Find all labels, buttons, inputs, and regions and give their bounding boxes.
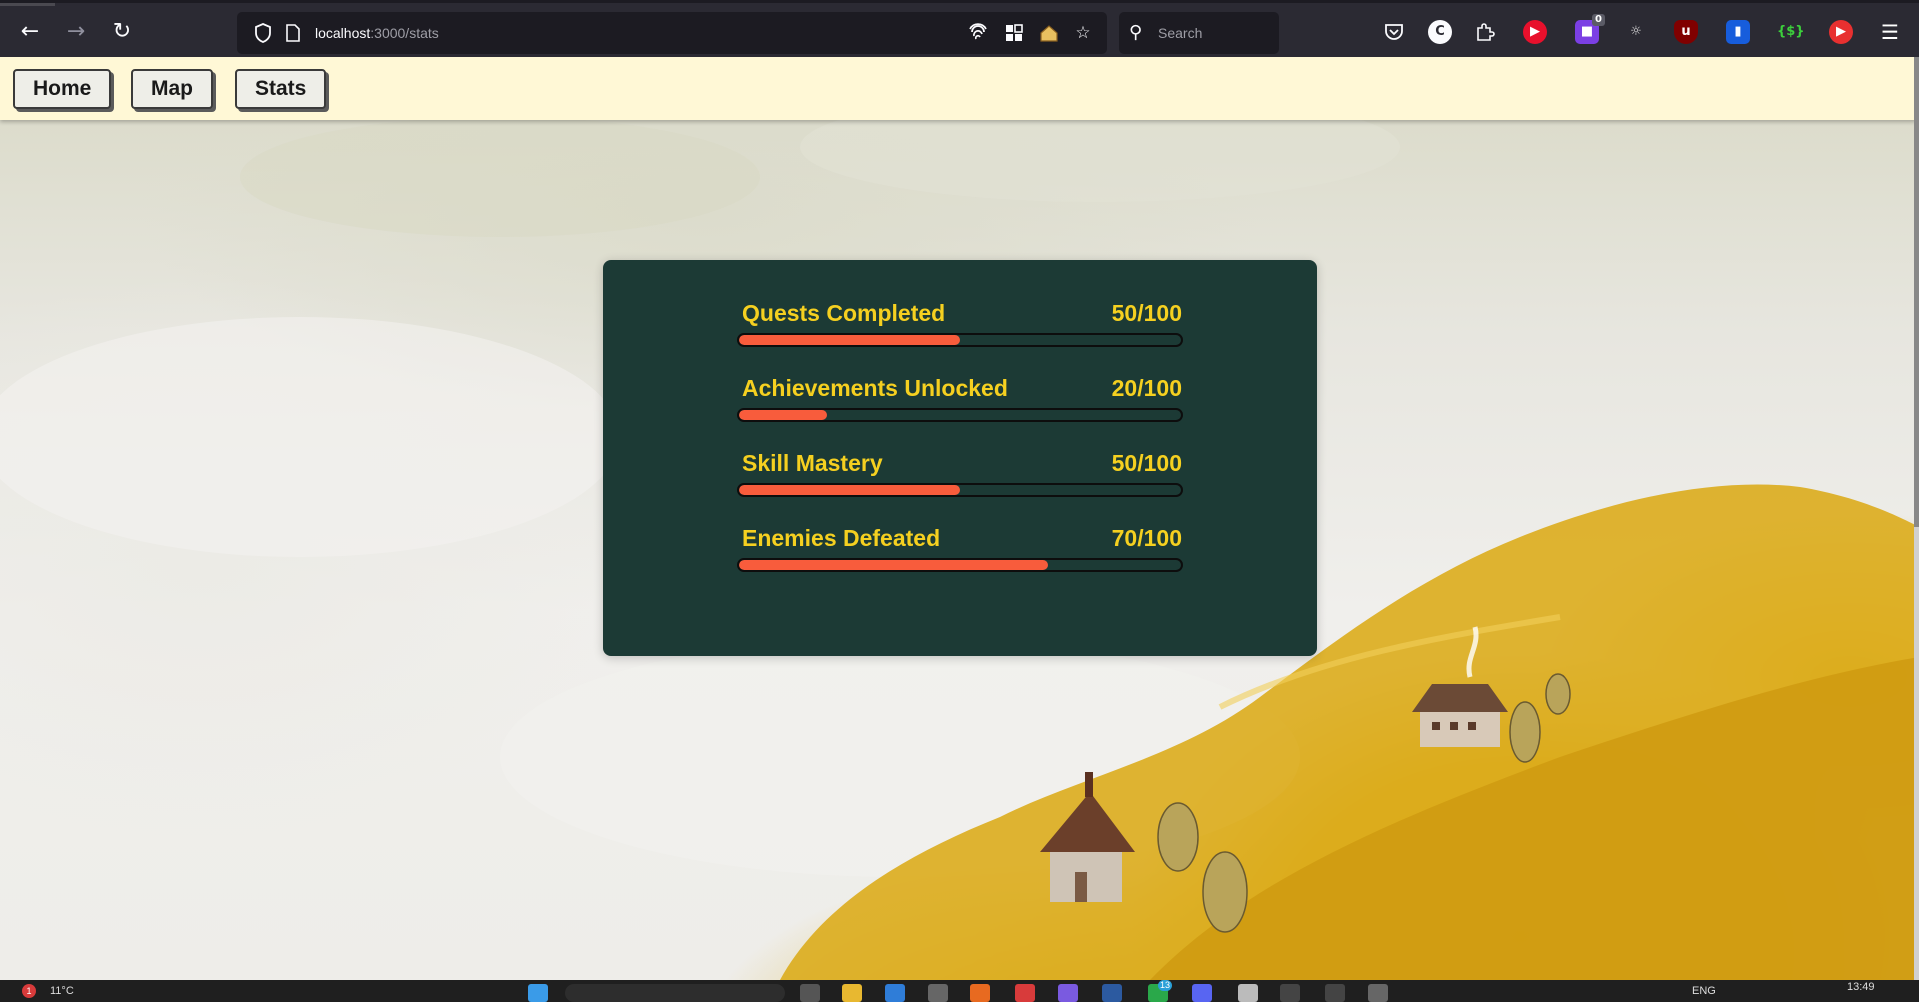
home-icon[interactable] — [1035, 12, 1063, 54]
notification-badge[interactable]: 1 — [22, 984, 36, 998]
bitwarden-icon[interactable]: ▮ — [1726, 20, 1750, 44]
progress-fill — [739, 485, 960, 495]
app-green-icon[interactable]: 13 — [1148, 980, 1173, 1002]
fingerprint-icon[interactable] — [964, 12, 992, 54]
app-dark2-icon[interactable] — [1325, 984, 1345, 1002]
os-taskbar: 1 11°C 13 ENG 13:49 — [0, 980, 1919, 1002]
play-ext-icon[interactable]: ▶ — [1829, 20, 1853, 44]
app-blue-icon[interactable] — [1102, 984, 1122, 1002]
extension-c-icon[interactable]: C — [1428, 20, 1452, 44]
stats-panel: Quests Completed 50/100 Achievements Unl… — [603, 260, 1317, 656]
trees — [1157, 673, 1571, 933]
weather-text[interactable]: 11°C — [50, 984, 74, 998]
scrollbar-thumb[interactable] — [1914, 57, 1919, 527]
stat-label: Achievements Unlocked — [742, 375, 1008, 401]
shield-icon[interactable] — [249, 12, 277, 54]
browser-toolbar: ← → ↻ localhost:3000/stats ☆ ⚲ Search C … — [0, 0, 1919, 57]
progress-fill — [739, 335, 960, 345]
app-navbar: Home Map Stats — [0, 57, 1916, 120]
app-purple-icon[interactable] — [1058, 984, 1078, 1002]
extensions-puzzle-icon[interactable] — [1473, 20, 1497, 44]
address-bar[interactable]: localhost:3000/stats ☆ — [237, 12, 1107, 54]
cottage-right — [1412, 626, 1508, 747]
page-icon[interactable] — [279, 12, 307, 54]
stat-label: Quests Completed — [742, 300, 946, 326]
stat-value: 70/100 — [1111, 525, 1182, 551]
windows-start-icon[interactable] — [528, 984, 548, 1002]
stat-value: 50/100 — [1111, 450, 1182, 476]
progress-track — [737, 333, 1183, 347]
home-nav-button[interactable]: Home — [13, 69, 112, 109]
taskview-icon[interactable] — [800, 984, 820, 1002]
taskbar-search[interactable] — [565, 984, 785, 1002]
url-path: :3000/stats — [370, 25, 439, 41]
url-host: localhost — [315, 25, 371, 41]
qr-grid-icon[interactable] — [1000, 12, 1028, 54]
stats-nav-button[interactable]: Stats — [235, 69, 327, 109]
json-ext-icon[interactable]: {$} — [1777, 20, 1805, 44]
map-nav-button[interactable]: Map — [131, 69, 213, 109]
search-icon: ⚲ — [1129, 22, 1143, 43]
purple-ext-icon[interactable]: ■ 0 — [1575, 14, 1605, 44]
cottage-left — [1040, 772, 1135, 902]
search-field[interactable]: ⚲ Search — [1119, 12, 1279, 54]
stat-value: 50/100 — [1111, 300, 1182, 326]
app-red-icon[interactable] — [1015, 984, 1035, 1002]
stat-enemies-defeated: Enemies Defeated 70/100 — [737, 525, 1187, 585]
app-icon[interactable] — [928, 984, 948, 1002]
app-badge: 13 — [1158, 980, 1173, 991]
reload-icon[interactable]: ↻ — [107, 17, 137, 47]
progress-track — [737, 483, 1183, 497]
forward-icon[interactable]: → — [61, 17, 91, 47]
progress-track — [737, 558, 1183, 572]
youtube-ext-icon[interactable]: ▶ — [1523, 20, 1547, 44]
tab-strip — [0, 3, 55, 6]
search-placeholder: Search — [1158, 25, 1203, 41]
app-gray-icon[interactable] — [1368, 984, 1388, 1002]
stat-label: Enemies Defeated — [742, 525, 941, 551]
language-indicator[interactable]: ENG — [1692, 984, 1716, 998]
url-text[interactable]: localhost:3000/stats — [315, 12, 439, 54]
progress-fill — [739, 410, 828, 420]
store-icon[interactable] — [885, 984, 905, 1002]
app-teams-icon[interactable] — [1192, 984, 1212, 1002]
ext-badge: 0 — [1592, 14, 1605, 26]
stat-value: 20/100 — [1111, 375, 1182, 401]
bookmark-star-icon[interactable]: ☆ — [1069, 12, 1097, 54]
stat-skill-mastery: Skill Mastery 50/100 — [737, 450, 1187, 510]
stat-label: Skill Mastery — [742, 450, 883, 476]
back-icon[interactable]: ← — [15, 17, 45, 47]
stat-quests-completed: Quests Completed 50/100 — [737, 300, 1187, 360]
ublock-icon[interactable]: u — [1674, 20, 1698, 44]
progress-fill — [739, 560, 1049, 570]
menu-icon[interactable]: ☰ — [1878, 20, 1902, 44]
hat-ext-icon[interactable]: ☼ — [1624, 20, 1648, 44]
firefox-icon[interactable] — [970, 984, 990, 1002]
clock-time[interactable]: 13:49 — [1847, 980, 1875, 994]
stat-achievements-unlocked: Achievements Unlocked 20/100 — [737, 375, 1187, 435]
pocket-icon[interactable] — [1382, 20, 1406, 44]
file-explorer-icon[interactable] — [842, 984, 862, 1002]
progress-track — [737, 408, 1183, 422]
app-doc-icon[interactable] — [1238, 984, 1258, 1002]
page-scrollbar[interactable] — [1914, 57, 1919, 980]
app-dark-icon[interactable] — [1280, 984, 1300, 1002]
page-viewport: Home Map Stats Quests Completed 50/100 A… — [0, 57, 1919, 980]
